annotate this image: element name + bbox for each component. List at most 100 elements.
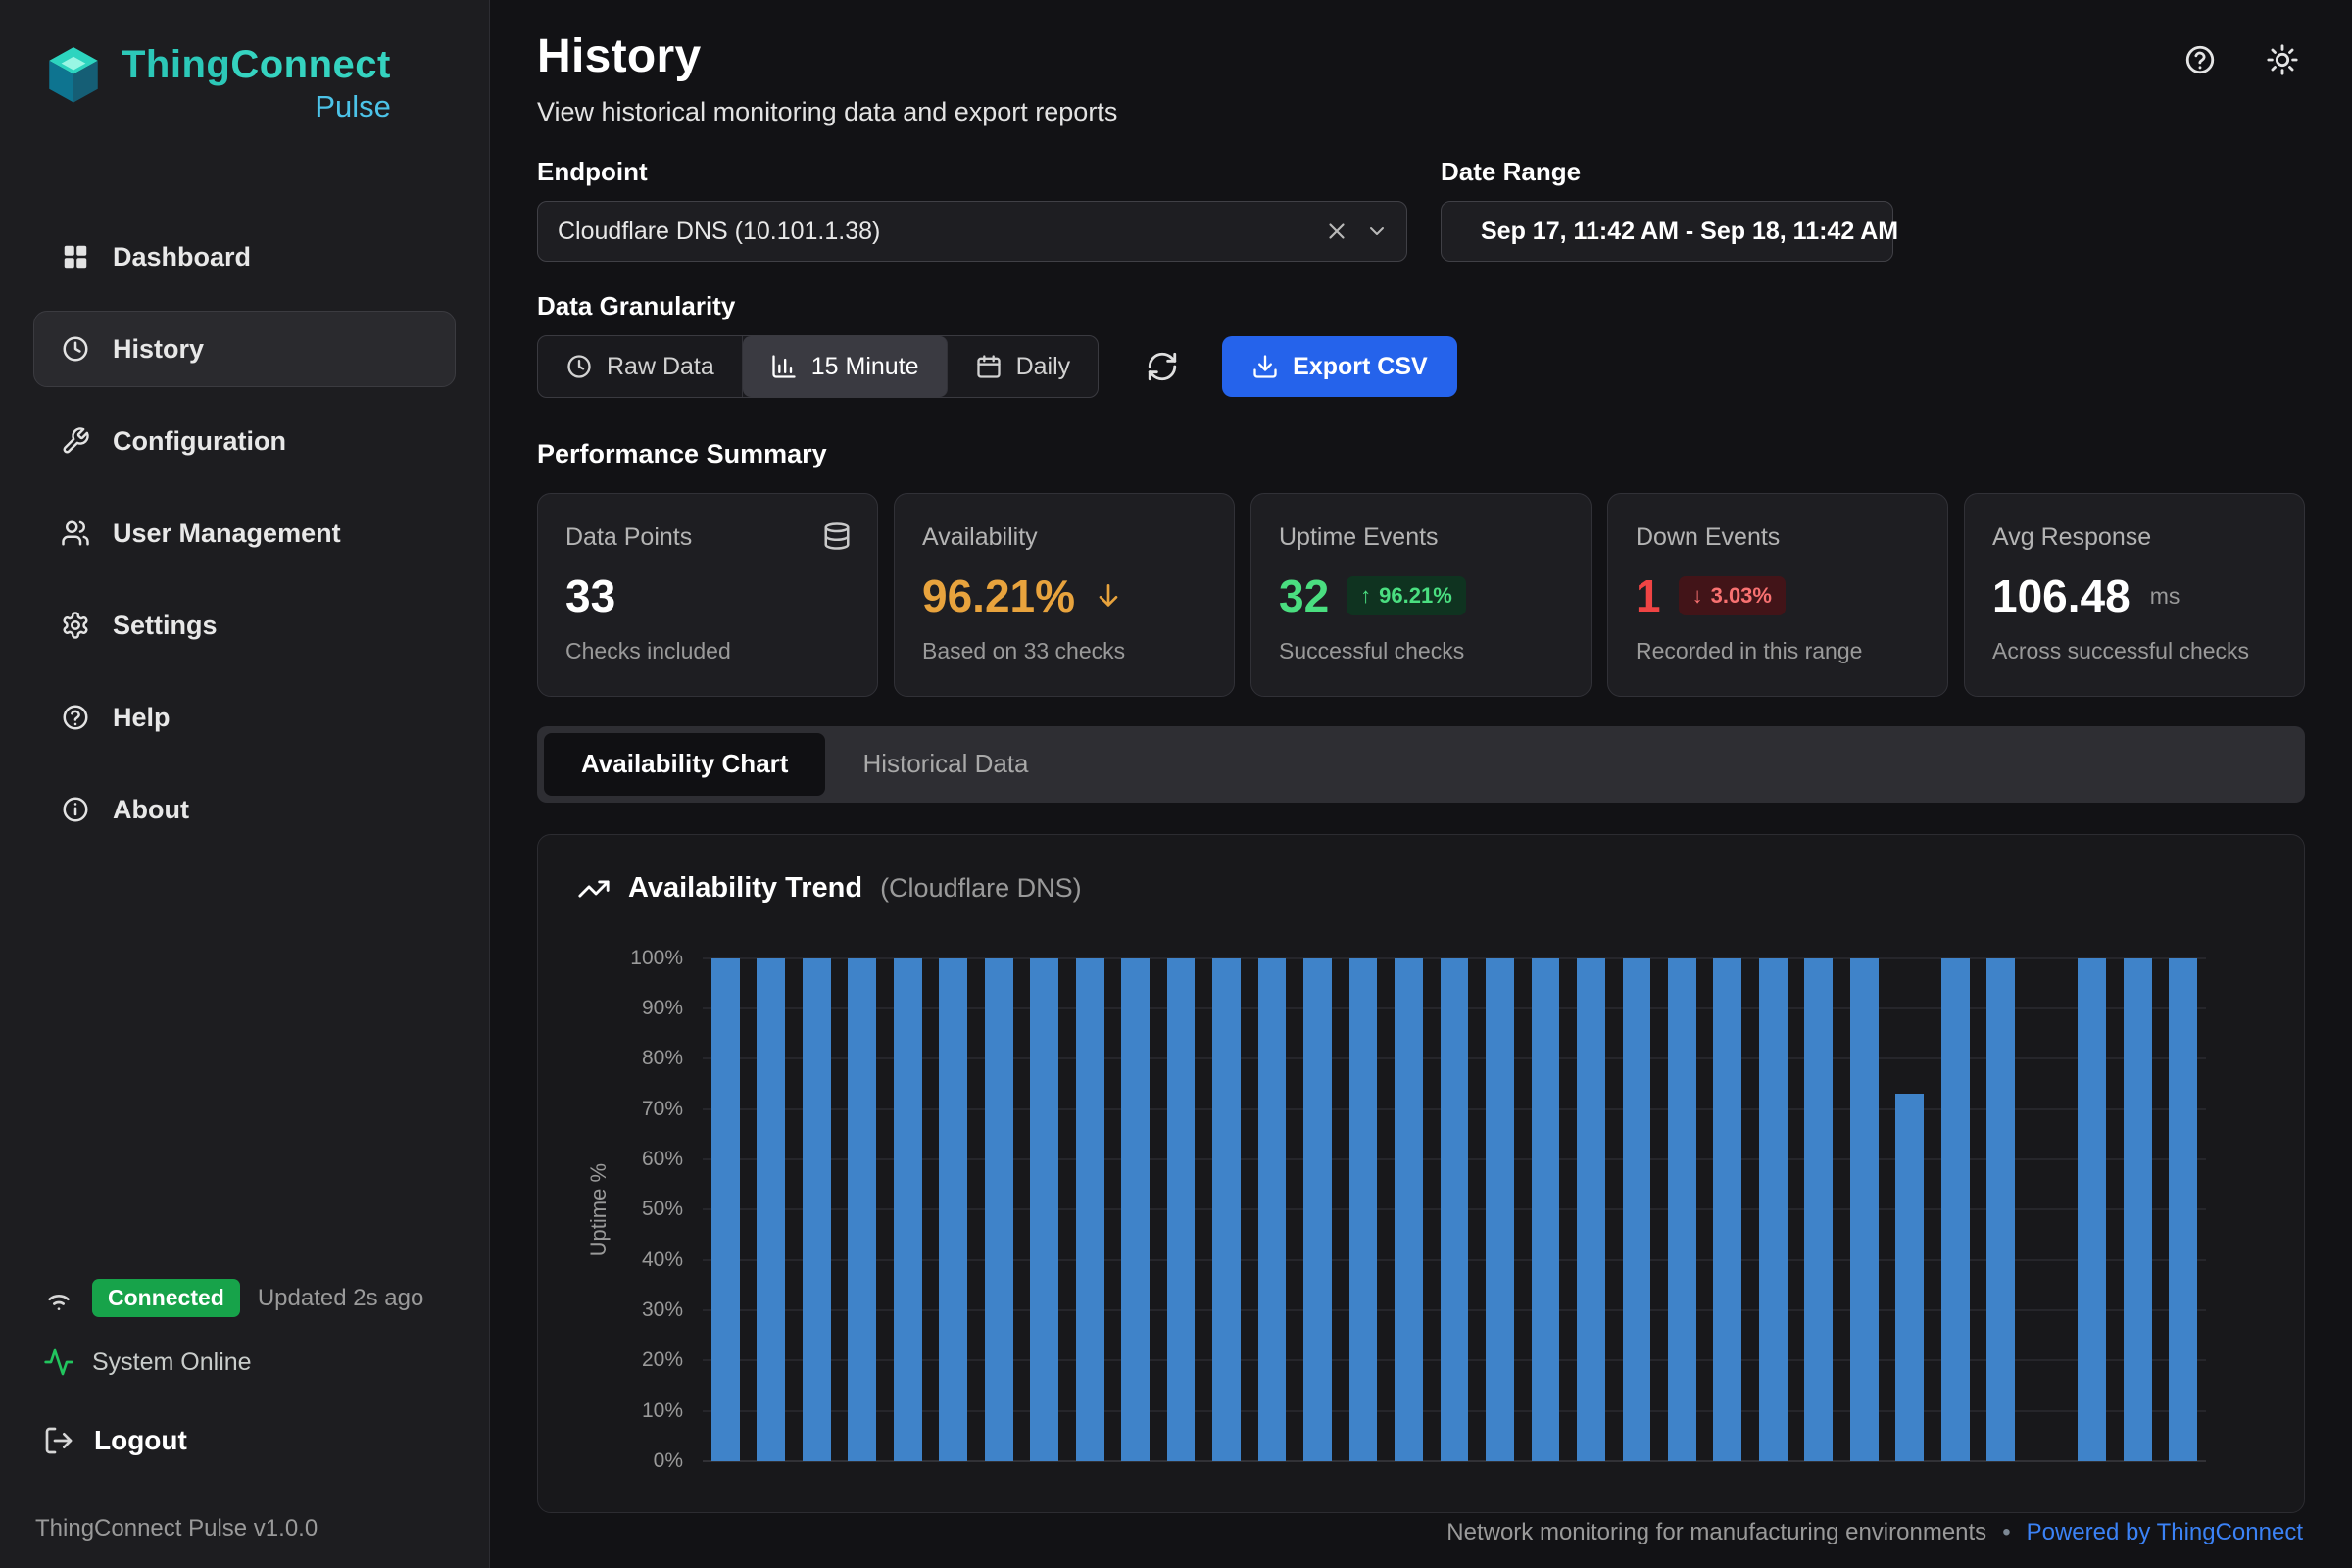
help-circle-icon (60, 702, 91, 733)
chart-bar-slot (1341, 958, 1386, 1461)
sidebar-item-label: Settings (113, 611, 218, 641)
chevron-down-icon[interactable] (1365, 220, 1389, 243)
chart-y-tick-label: 40% (642, 1249, 683, 1272)
refresh-icon[interactable] (1146, 350, 1179, 383)
main-content: History View historical monitoring data … (490, 0, 2352, 1568)
chart-bar[interactable] (894, 958, 922, 1461)
page-subtitle: View historical monitoring data and expo… (537, 97, 1117, 127)
chart-bar[interactable] (1986, 958, 2015, 1461)
chart-bar[interactable] (757, 958, 785, 1461)
chart-bar[interactable] (1486, 958, 1514, 1461)
sidebar-nav: Dashboard History Configuration User Man… (33, 219, 456, 848)
chart-bar[interactable] (1258, 958, 1287, 1461)
chart-bar[interactable] (1395, 958, 1423, 1461)
sidebar-item-history[interactable]: History (33, 311, 456, 387)
chart-bar[interactable] (1804, 958, 1833, 1461)
chart-bar[interactable] (1076, 958, 1104, 1461)
chart-bar[interactable] (848, 958, 876, 1461)
granularity-option-raw-data[interactable]: Raw Data (538, 336, 743, 397)
chart-endpoint: (Cloudflare DNS) (880, 873, 1082, 904)
view-tabs: Availability Chart Historical Data (537, 726, 2305, 803)
gear-icon (60, 610, 91, 641)
brand-name: ThingConnect Pulse (122, 43, 391, 124)
chart-bar-slot (703, 958, 748, 1461)
chart-bar[interactable] (1941, 958, 1970, 1461)
tab-availability-chart[interactable]: Availability Chart (544, 733, 825, 796)
chart-bar-slot (1112, 958, 1157, 1461)
sidebar-item-settings[interactable]: Settings (33, 587, 456, 663)
clock-icon (565, 353, 593, 380)
export-csv-button[interactable]: Export CSV (1222, 336, 1457, 397)
logout-label: Logout (94, 1425, 187, 1456)
card-title: Data Points (565, 523, 850, 552)
chart-bar[interactable] (1030, 958, 1058, 1461)
chart-bar-slot (1432, 958, 1477, 1461)
chart-bar-slot (1979, 958, 2024, 1461)
chart-bar-slot (839, 958, 884, 1461)
chart-bar[interactable] (711, 958, 740, 1461)
granularity-option-15-minute[interactable]: 15 Minute (743, 336, 948, 397)
uptime-badge-value: 96.21% (1379, 583, 1452, 609)
chart-y-tick-label: 20% (642, 1348, 683, 1372)
chart-bar[interactable] (1532, 958, 1560, 1461)
chart-bar[interactable] (939, 958, 967, 1461)
wrench-icon (60, 425, 91, 457)
brand-secondary: Connect (230, 43, 391, 86)
chart-y-tick-label: 50% (642, 1198, 683, 1221)
chart-bar-slot (2070, 958, 2115, 1461)
down-badge-value: 3.03% (1711, 583, 1772, 609)
sidebar-item-label: Dashboard (113, 242, 251, 272)
sidebar: ThingConnect Pulse Dashboard History (0, 0, 490, 1568)
chart-bar-slot (1568, 958, 1613, 1461)
filters-row: Endpoint Cloudflare DNS (10.101.1.38) Da… (537, 157, 2305, 262)
chart-bar[interactable] (1303, 958, 1332, 1461)
chart-bar[interactable] (1441, 958, 1469, 1461)
sidebar-item-dashboard[interactable]: Dashboard (33, 219, 456, 295)
card-value: 33 (565, 569, 615, 622)
date-range-value: Sep 17, 11:42 AM - Sep 18, 11:42 AM (1481, 218, 1898, 246)
chart-bar[interactable] (2169, 958, 2197, 1461)
theme-sun-icon[interactable] (2266, 43, 2299, 76)
chart-bar-slot (1203, 958, 1249, 1461)
date-range-filter: Date Range Sep 17, 11:42 AM - Sep 18, 11… (1441, 157, 1893, 262)
chart-bar[interactable] (1759, 958, 1788, 1461)
card-title: Down Events (1636, 523, 1920, 552)
wifi-icon (43, 1283, 74, 1314)
chart-bar[interactable] (1850, 958, 1879, 1461)
connected-badge: Connected (92, 1279, 240, 1317)
chart-bar-slot (1750, 958, 1795, 1461)
chart-bar[interactable] (2124, 958, 2152, 1461)
grid-icon (60, 241, 91, 272)
performance-summary-heading: Performance Summary (537, 439, 2305, 469)
sidebar-item-configuration[interactable]: Configuration (33, 403, 456, 479)
logout-button[interactable]: Logout (33, 1425, 456, 1456)
chart-bar[interactable] (1349, 958, 1378, 1461)
chart-bar[interactable] (1623, 958, 1651, 1461)
granularity-option-label: 15 Minute (811, 353, 919, 381)
clear-icon[interactable] (1324, 219, 1349, 244)
export-csv-label: Export CSV (1293, 353, 1428, 381)
bar-chart-icon (770, 353, 798, 380)
chart-bar-slot (1021, 958, 1066, 1461)
chart-bar[interactable] (803, 958, 831, 1461)
chart-bar[interactable] (2078, 958, 2106, 1461)
footer-text: Network monitoring for manufacturing env… (1446, 1519, 1986, 1546)
endpoint-select[interactable]: Cloudflare DNS (10.101.1.38) (537, 201, 1407, 262)
chart-bar[interactable] (1895, 1094, 1924, 1461)
date-range-button[interactable]: Sep 17, 11:42 AM - Sep 18, 11:42 AM (1441, 201, 1893, 262)
chart-bar[interactable] (1668, 958, 1696, 1461)
tab-historical-data[interactable]: Historical Data (825, 733, 1065, 796)
chart-bar[interactable] (1121, 958, 1150, 1461)
chart-bar[interactable] (1577, 958, 1605, 1461)
chart-bar[interactable] (1212, 958, 1241, 1461)
powered-by-link[interactable]: Powered by ThingConnect (2027, 1519, 2303, 1546)
chart-bar[interactable] (1167, 958, 1196, 1461)
sidebar-item-user-management[interactable]: User Management (33, 495, 456, 571)
help-circle-icon[interactable] (2183, 43, 2217, 76)
chart-bar[interactable] (985, 958, 1013, 1461)
sidebar-item-help[interactable]: Help (33, 679, 456, 756)
chart-bar-slot (1477, 958, 1522, 1461)
sidebar-item-about[interactable]: About (33, 771, 456, 848)
chart-bar[interactable] (1713, 958, 1741, 1461)
granularity-option-daily[interactable]: Daily (948, 336, 1099, 397)
